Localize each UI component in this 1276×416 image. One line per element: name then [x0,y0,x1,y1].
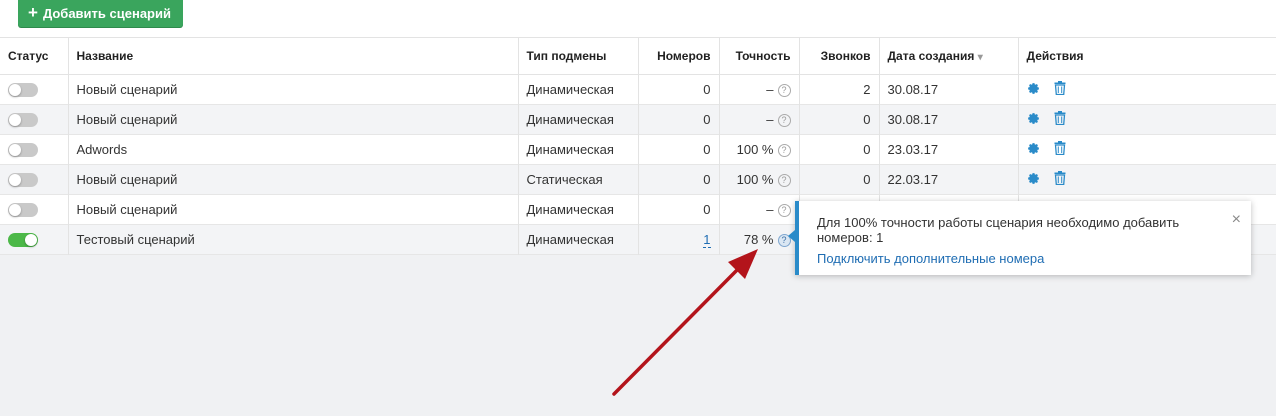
connect-more-numbers-link[interactable]: Подключить дополнительные номера [817,251,1231,266]
accuracy-tooltip: Для 100% точности работы сценария необхо… [788,201,1251,275]
tooltip-text: Для 100% точности работы сценария необхо… [817,215,1180,245]
close-icon[interactable]: × [1232,211,1241,229]
